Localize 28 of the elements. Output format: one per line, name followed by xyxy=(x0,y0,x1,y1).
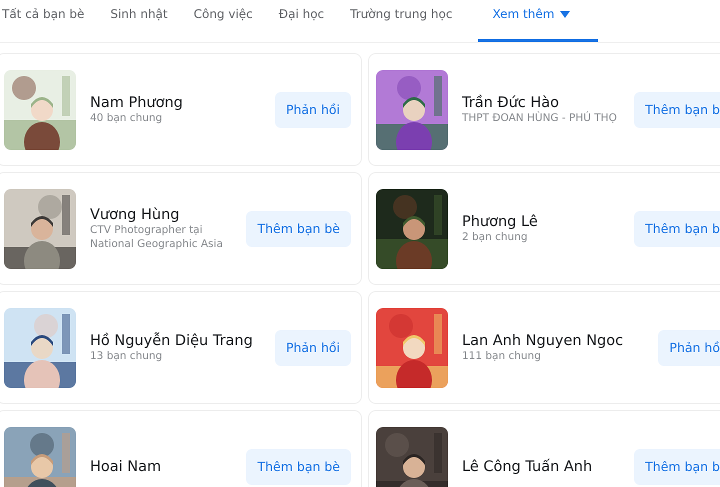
tab[interactable]: Sinh nhật xyxy=(110,0,181,42)
friend-name[interactable]: Hồ Nguyễn Diệu Trang xyxy=(90,332,261,348)
friend-detail: CTV Photographer tại National Geographic Asia xyxy=(90,222,224,250)
tab[interactable]: Xem thêm xyxy=(478,0,598,42)
friend-action-button[interactable]: Thêm bạn bè xyxy=(246,210,351,246)
friend-action-button[interactable]: Phản hồ xyxy=(658,330,720,366)
friend-name[interactable]: Phương Lê xyxy=(462,214,620,230)
friend-name[interactable]: Trần Đức Hào xyxy=(462,94,620,110)
tab[interactable]: Tất cả bạn bè xyxy=(0,0,98,42)
friend-detail: 40 bạn chung xyxy=(90,110,164,124)
friend-action-button[interactable]: Thêm bạn b xyxy=(634,448,720,484)
friend-detail: 2 bạn chung xyxy=(462,230,529,244)
friend-action-button[interactable]: Phản hồi xyxy=(274,92,351,128)
friend-name[interactable]: Hoai Nam xyxy=(90,458,232,474)
friend-name[interactable]: Nam Phương xyxy=(90,94,261,110)
friend-name[interactable]: Vương Hùng xyxy=(90,206,232,222)
friend-action-button[interactable]: Thêm bạn b xyxy=(634,92,720,128)
tab[interactable]: Công việc xyxy=(194,0,266,42)
friend-action-button[interactable]: Thêm bạn b xyxy=(634,210,720,246)
friend-action-button[interactable]: Phản hồi xyxy=(274,330,351,366)
friend-name[interactable]: Lan Anh Nguyen Ngoc xyxy=(462,332,644,348)
tab[interactable]: Trường trung học xyxy=(350,0,466,42)
friend-detail: THPT ĐOAN HÙNG - PHÚ THỌ xyxy=(462,110,618,124)
friend-name[interactable]: Lê Công Tuấn Anh xyxy=(462,458,620,474)
tab[interactable]: Đại học xyxy=(278,0,338,42)
friend-detail: 13 bạn chung xyxy=(90,348,164,362)
friend-action-button[interactable]: Thêm bạn bè xyxy=(246,448,351,484)
friend-detail: 111 bạn chung xyxy=(462,348,542,362)
